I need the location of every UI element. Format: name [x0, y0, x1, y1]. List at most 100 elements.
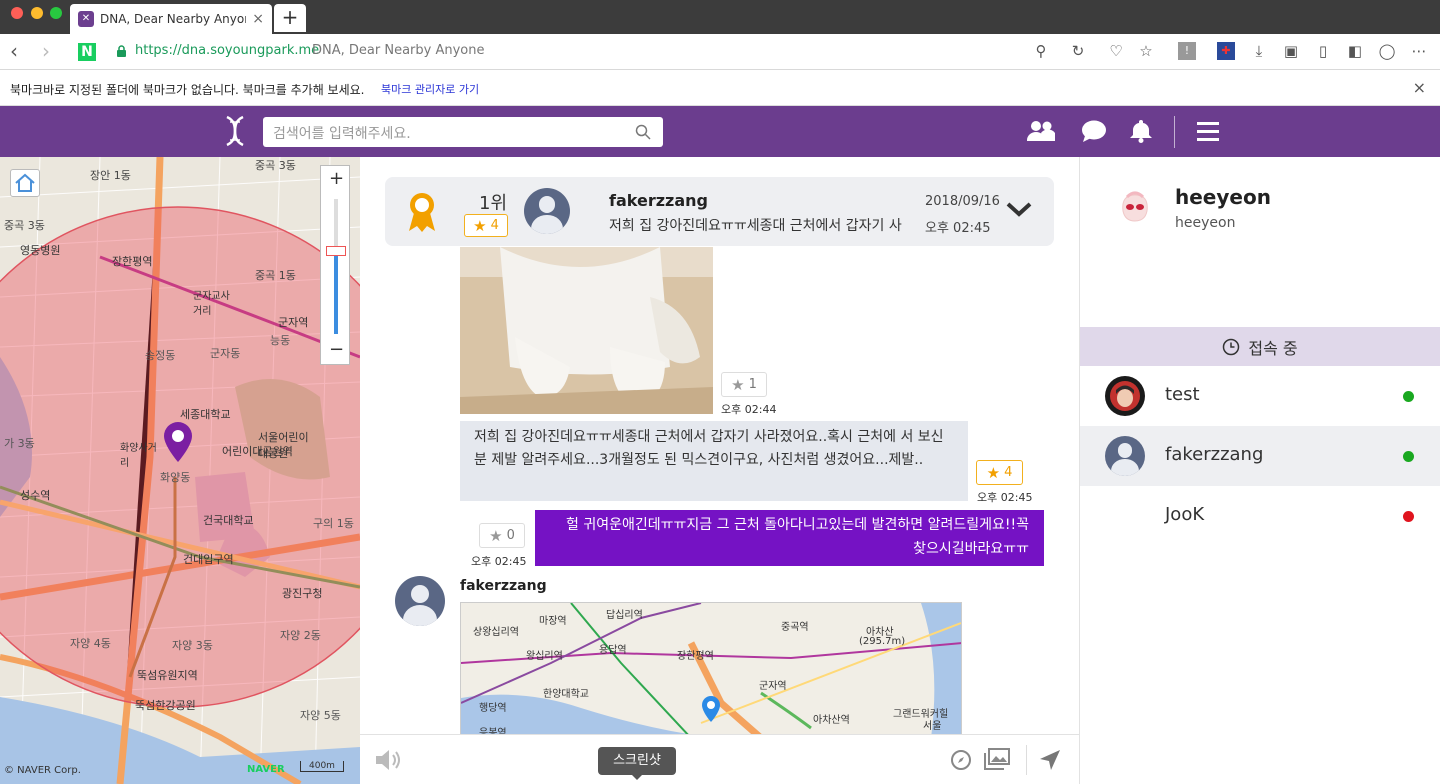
close-tab-icon[interactable]: ×	[252, 11, 264, 27]
map-label: 장한평역	[677, 651, 714, 662]
star-count: 1	[748, 377, 757, 392]
rank-date: 2018/09/16	[925, 194, 1000, 209]
online-user-name: fakerzzang	[1165, 444, 1264, 465]
profile-avatar[interactable]	[1113, 185, 1157, 229]
search-input[interactable]: 검색어를 입력해주세요.	[263, 117, 663, 147]
map-label: 송정동	[145, 349, 176, 362]
star-count-badge[interactable]: ★ 4	[464, 214, 508, 237]
reader-icon[interactable]: ▯	[1314, 42, 1332, 60]
star-count: 0	[506, 528, 515, 543]
uk-flag-icon[interactable]: ✚	[1217, 42, 1235, 60]
toolbar-divider	[1026, 745, 1027, 775]
online-user-row[interactable]: fakerzzang	[1080, 426, 1440, 486]
map-label: 가 3동	[4, 437, 35, 450]
zoom-slider-handle[interactable]	[326, 246, 346, 256]
forward-icon[interactable]: ›	[42, 41, 50, 61]
map-label: 장한평역	[112, 255, 153, 268]
hamburger-menu-icon[interactable]	[1194, 119, 1222, 143]
map-label: 중곡 3동	[255, 159, 296, 172]
chevron-down-icon[interactable]	[1005, 199, 1033, 219]
dna-favicon-icon: ✕	[78, 11, 94, 27]
image-upload-icon[interactable]	[984, 748, 1010, 770]
message-time: 오후 02:45	[977, 491, 1033, 504]
avatar[interactable]	[395, 576, 445, 626]
lock-icon	[117, 45, 126, 57]
profile-icon[interactable]: ◯	[1378, 42, 1396, 60]
profile-name: heeyeon	[1175, 185, 1271, 209]
speaker-icon[interactable]	[374, 748, 404, 772]
star-count: 4	[490, 218, 499, 233]
rank-message: 저희 집 강아진데요ㅠㅠ세종대 근처에서 갑자기 사	[609, 218, 902, 234]
star-icon: ★	[731, 375, 745, 394]
download-icon[interactable]: ⤓	[1250, 42, 1268, 60]
zoom-control[interactable]: + −	[320, 165, 350, 365]
zoom-out-button[interactable]: −	[329, 339, 344, 360]
close-window-button[interactable]	[11, 7, 23, 19]
bell-icon[interactable]	[1127, 119, 1155, 143]
online-status-dot	[1403, 451, 1414, 462]
map-label: 중곡역	[781, 622, 809, 633]
search-icon[interactable]	[635, 124, 651, 140]
star-count-badge[interactable]: ★ 1	[721, 372, 767, 397]
map-home-button[interactable]	[10, 169, 40, 197]
map-label: 한양대학교	[543, 689, 589, 700]
sender-name: fakerzzang	[460, 578, 547, 594]
map-label: 답십리역	[606, 610, 643, 621]
rank-time: 오후 02:45	[925, 221, 991, 236]
extension-icon[interactable]: !	[1178, 42, 1196, 60]
message-bubble[interactable]: 저희 집 강아진데요ㅠㅠ세종대 근처에서 갑자기 사라졌어요..혹시 근처에 서…	[460, 421, 968, 501]
ribbon-medal-icon	[409, 193, 435, 232]
chat-input-bar: 스크린샷	[360, 734, 1079, 784]
star-count-badge[interactable]: ★ 4	[976, 460, 1023, 485]
online-user-row[interactable]: test	[1080, 366, 1440, 426]
url-text[interactable]: https://dna.soyoungpark.me	[135, 43, 319, 58]
tab-title: DNA, Dear Nearby Anyone	[100, 12, 247, 26]
location-map[interactable]: 중곡 3동 장안 1동 중곡 3동 중곡 1동 영동병원 장한평역 군자교사거리…	[0, 157, 360, 784]
location-pin-icon[interactable]	[162, 420, 194, 466]
dna-logo-icon[interactable]	[222, 114, 248, 148]
screenshot-tooltip: 스크린샷	[598, 747, 676, 780]
top-rank-card[interactable]: 1위 ★ 4 fakerzzang 저희 집 강아진데요ㅠㅠ세종대 근처에서 갑자…	[385, 177, 1054, 246]
dog-photo-image	[460, 247, 713, 414]
close-icon[interactable]: ×	[1413, 78, 1426, 97]
zoom-in-button[interactable]: +	[329, 168, 344, 189]
map-label: 군자동	[210, 347, 241, 360]
screenshot-icon[interactable]: ▣	[1282, 42, 1300, 60]
rank-number: 1위	[479, 193, 508, 214]
online-user-name: JooK	[1165, 504, 1205, 525]
new-tab-button[interactable]: +	[274, 4, 306, 32]
reload-icon[interactable]: ↻	[1069, 42, 1087, 60]
map-label: 용답역	[599, 645, 627, 656]
chat-icon[interactable]	[1080, 119, 1108, 143]
shared-map-image[interactable]: 상왕십리역 마장역 답십리역 중곡역 아차산 (295.7m) 왕십리역 용답역…	[460, 602, 962, 737]
naver-home-icon[interactable]: N	[78, 43, 96, 61]
star-count-badge[interactable]: ★ 0	[479, 523, 525, 548]
compass-icon[interactable]	[950, 749, 972, 771]
online-status-dot	[1403, 391, 1414, 402]
dog-photo[interactable]	[460, 247, 713, 414]
send-icon[interactable]	[1038, 748, 1062, 772]
bookmarks-empty-message: 북마크바로 지정된 폴더에 북마크가 없습니다. 북마크를 추가해 보세요.	[10, 83, 365, 97]
bookmark-manager-link[interactable]: 북마크 관리자로 가기	[381, 81, 479, 97]
my-message-bubble[interactable]: 헐 귀여운애긴데ㅠㅠ지금 그 근처 돌아다니고있는데 발견하면 알려드릴게요!!…	[535, 510, 1044, 566]
location-icon[interactable]: ⚲	[1032, 42, 1050, 60]
friends-icon[interactable]	[1027, 119, 1055, 143]
maximize-window-button[interactable]	[50, 7, 62, 19]
map-label: 군자역	[759, 681, 787, 692]
avatar[interactable]	[524, 188, 570, 234]
back-icon[interactable]: ‹	[10, 41, 18, 61]
bookmarks-bar: 북마크바로 지정된 폴더에 북마크가 없습니다. 북마크를 추가해 보세요. 북…	[0, 70, 1440, 106]
minimize-window-button[interactable]	[31, 7, 43, 19]
star-icon: ★	[986, 463, 1001, 482]
map-label: 화양동	[160, 471, 191, 484]
bookmark-star-icon[interactable]: ☆	[1137, 42, 1155, 60]
online-user-row[interactable]: JooK	[1080, 486, 1440, 546]
sidebar-icon[interactable]: ◧	[1346, 42, 1364, 60]
pocket-icon[interactable]: ♡	[1107, 42, 1125, 60]
menu-dots-icon[interactable]: ⋯	[1410, 42, 1428, 60]
map-label: 건국대학교	[203, 514, 254, 527]
map-label: 건대입구역	[183, 553, 234, 566]
map-scale: 400m	[300, 761, 344, 772]
search-placeholder: 검색어를 입력해주세요.	[273, 126, 411, 142]
browser-tab[interactable]: ✕ DNA, Dear Nearby Anyone ×	[70, 4, 272, 34]
